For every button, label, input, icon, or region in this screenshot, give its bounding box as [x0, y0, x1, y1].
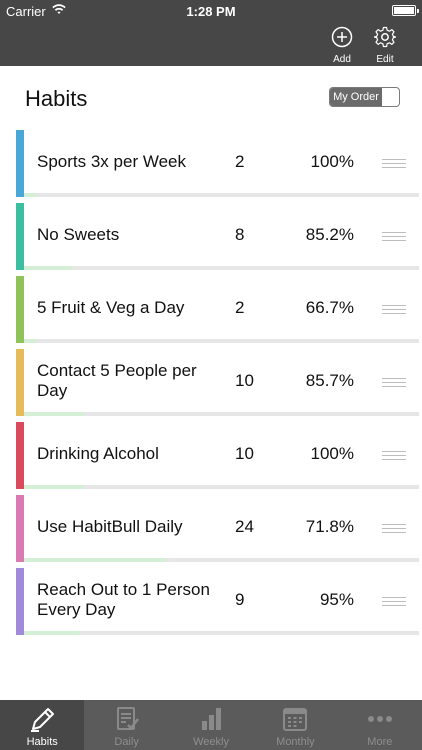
add-habit-button[interactable]: Add [325, 26, 359, 65]
habit-row[interactable]: Sports 3x per Week 2 100% [16, 130, 419, 197]
habit-progress-fill [24, 412, 84, 416]
page-title: Habits [25, 86, 88, 111]
habit-name: Use HabitBull Daily [37, 516, 183, 536]
habit-streak-count: 8 [235, 224, 245, 244]
tab-more[interactable]: More [338, 700, 422, 750]
habit-row[interactable]: No Sweets 8 85.2% [16, 203, 419, 270]
habit-streak-count: 2 [235, 297, 245, 317]
tab-label: Monthly [276, 736, 315, 748]
add-circle-icon [331, 26, 353, 48]
tab-weekly[interactable]: Weekly [169, 700, 253, 750]
habit-row[interactable]: Reach Out to 1 Person Every Day 9 95% [16, 568, 419, 635]
drag-handle-icon[interactable] [382, 524, 406, 533]
status-time: 1:28 PM [186, 4, 236, 19]
habit-success-rate: 85.7% [305, 370, 354, 390]
drag-handle-icon[interactable] [382, 378, 406, 387]
my-order-toggle[interactable]: My Order [329, 87, 400, 107]
gear-icon [373, 26, 397, 48]
drag-handle-icon[interactable] [382, 232, 406, 241]
edit-button[interactable]: Edit [368, 26, 402, 65]
habit-success-rate: 100% [310, 151, 354, 171]
habit-success-rate: 100% [310, 443, 354, 463]
tab-label: Weekly [193, 736, 229, 748]
habit-progress-track [24, 339, 419, 343]
habit-row[interactable]: 5 Fruit & Veg a Day 2 66.7% [16, 276, 419, 343]
habit-streak-count: 9 [235, 589, 245, 609]
habit-progress-fill [24, 485, 84, 489]
habit-color-bar [16, 203, 24, 270]
habit-progress-fill [24, 631, 80, 635]
habit-streak-count: 10 [235, 370, 254, 390]
tab-habits[interactable]: Habits [0, 700, 85, 750]
habit-name: No Sweets [37, 224, 120, 244]
habit-row[interactable]: Drinking Alcohol 10 100% [16, 422, 419, 489]
habit-color-bar [16, 130, 24, 197]
habit-success-rate: 71.8% [305, 516, 354, 536]
tab-daily[interactable]: Daily [84, 700, 168, 750]
habit-color-bar [16, 495, 24, 562]
habit-row[interactable]: Contact 5 People per Day 10 85.7% [16, 349, 419, 416]
habit-progress-track [24, 558, 419, 562]
habit-progress-fill [24, 193, 36, 197]
habit-streak-count: 10 [235, 443, 254, 463]
habit-name: Sports 3x per Week [37, 151, 186, 171]
status-bar: Carrier 1:28 PM [0, 0, 422, 22]
habit-progress-track [24, 266, 419, 270]
tab-label: Habits [26, 736, 58, 748]
habit-color-bar [16, 568, 24, 635]
habit-progress-fill [24, 558, 167, 562]
habit-progress-track [24, 412, 419, 416]
drag-handle-icon[interactable] [382, 159, 406, 168]
drag-handle-icon[interactable] [382, 305, 406, 314]
tab-bar: Habits Daily Weekly Monthly More [0, 700, 422, 750]
habit-progress-track [24, 631, 419, 635]
habit-progress-fill [24, 266, 72, 270]
habit-color-bar [16, 422, 24, 489]
habit-progress-track [24, 485, 419, 489]
habit-color-bar [16, 276, 24, 343]
drag-handle-icon[interactable] [382, 451, 406, 460]
habit-progress-fill [24, 339, 36, 343]
nav-bar: Add Edit [0, 22, 422, 66]
habit-progress-track [24, 193, 419, 197]
edit-label: Edit [376, 54, 394, 65]
habit-streak-count: 24 [235, 516, 254, 536]
habit-name: Reach Out to 1 Person Every Day [37, 579, 210, 619]
tab-label: Daily [114, 736, 139, 748]
habit-name: Contact 5 People per Day [37, 360, 197, 400]
habit-name: Drinking Alcohol [37, 443, 159, 463]
tab-label: More [367, 736, 393, 748]
habit-name: 5 Fruit & Veg a Day [37, 297, 185, 317]
tab-monthly[interactable]: Monthly [253, 700, 337, 750]
habit-success-rate: 66.7% [305, 297, 354, 317]
habit-color-bar [16, 349, 24, 416]
habit-success-rate: 85.2% [305, 224, 354, 244]
habit-row[interactable]: Use HabitBull Daily 24 71.8% [16, 495, 419, 562]
drag-handle-icon[interactable] [382, 597, 406, 606]
add-label: Add [333, 54, 351, 65]
my-order-label: My Order [330, 88, 382, 106]
habit-streak-count: 2 [235, 151, 245, 171]
battery-icon [392, 5, 419, 16]
habit-success-rate: 95% [319, 589, 354, 609]
title-row: Habits My Order [0, 66, 422, 128]
